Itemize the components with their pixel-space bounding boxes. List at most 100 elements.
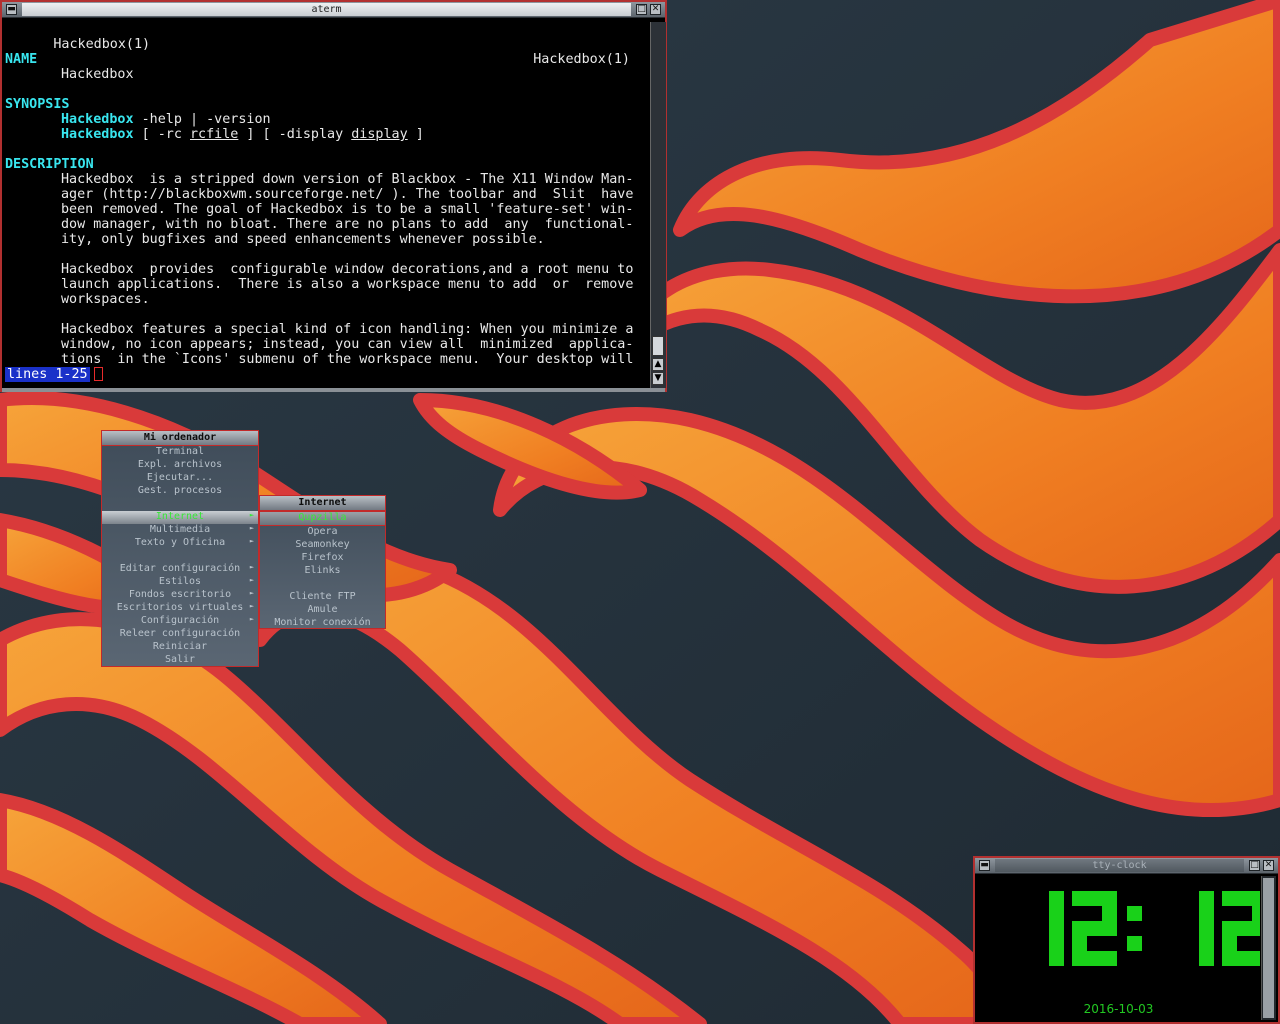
clock-digit-block: [1102, 906, 1117, 921]
menu-item-multimedia[interactable]: Multimedia ►: [102, 524, 258, 537]
description-line: launch applications. There is also a wor…: [61, 277, 634, 292]
menu-item-reload-config[interactable]: Releer configuración: [102, 628, 258, 641]
menu-item-label: Editar configuración: [119, 563, 241, 574]
menu-item-process-manager[interactable]: Gest. procesos: [102, 485, 258, 498]
description-line: ity, only bugfixes and speed enhancement…: [61, 232, 545, 247]
clock-digit-block: [1252, 906, 1267, 921]
clock-digit-block: [1072, 951, 1087, 966]
menu-item-label: Configuración: [140, 615, 220, 626]
man-header-right: Hackedbox(1): [533, 52, 630, 67]
menu-item-amule[interactable]: Amule: [260, 604, 385, 617]
description-line: dow manager, with no bloat. There are no…: [61, 217, 634, 232]
clock-digit-block: [1127, 906, 1142, 921]
aterm-window[interactable]: ▬ aterm □ ✕ Hackedbox(1) Hackedbox(1) NA…: [0, 0, 667, 392]
submenu-arrow-icon: ►: [249, 615, 254, 623]
name-heading: NAME: [5, 52, 38, 67]
clock-digit-block: [1222, 891, 1237, 906]
clock-digit-block: [1237, 951, 1252, 966]
clock-digit-block: [1072, 891, 1087, 906]
clock-digit-block: [1199, 891, 1214, 906]
menu-item-firefox[interactable]: Firefox: [260, 552, 385, 565]
menu-item-edit-config[interactable]: Editar configuración ►: [102, 563, 258, 576]
clock-date: 2016-10-03: [1083, 1002, 1154, 1016]
menu-item-virtual-desktops[interactable]: Escritorios virtuales ►: [102, 602, 258, 615]
menu-item-label: Multimedia: [149, 524, 211, 535]
menu-separator: [102, 498, 258, 511]
submenu-arrow-icon: ►: [249, 589, 254, 597]
clock-digit-block: [1049, 921, 1064, 936]
synopsis-args: -help | -version: [133, 112, 271, 127]
clock-display: 2016-10-03: [977, 876, 1267, 1022]
maximize-icon[interactable]: □: [1249, 860, 1260, 871]
menu-separator: [260, 578, 385, 591]
clock-digit-block: [1102, 921, 1117, 936]
menu-item-opera[interactable]: Opera: [260, 526, 385, 539]
close-icon[interactable]: ✕: [650, 4, 661, 15]
description-heading: DESCRIPTION: [5, 157, 94, 172]
man-header-left: Hackedbox(1): [53, 37, 151, 52]
clock-digit-block: [1199, 936, 1214, 951]
submenu-arrow-icon: ►: [249, 537, 254, 545]
name-text: Hackedbox: [61, 67, 134, 82]
menu-item-wallpapers[interactable]: Fondos escritorio ►: [102, 589, 258, 602]
tty-clock-scrollbar[interactable]: [1261, 876, 1276, 1020]
internet-submenu-title: Internet: [260, 496, 385, 511]
scrollbar-thumb[interactable]: [1263, 878, 1274, 1018]
menu-item-run[interactable]: Ejecutar...: [102, 472, 258, 485]
menu-item-seamonkey[interactable]: Seamonkey: [260, 539, 385, 552]
menu-item-terminal[interactable]: Terminal: [102, 446, 258, 459]
scrollbar-thumb[interactable]: [652, 336, 664, 356]
terminal-output[interactable]: Hackedbox(1) Hackedbox(1) NAME Hackedbox…: [5, 22, 647, 386]
menu-item-text-office[interactable]: Texto y Oficina ►: [102, 537, 258, 550]
menu-item-configuration[interactable]: Configuración ►: [102, 615, 258, 628]
description-line: ager (http://blackboxwm.sourceforge.net/…: [61, 187, 634, 202]
clock-digit-block: [1222, 921, 1237, 936]
menu-item-elinks[interactable]: Elinks: [260, 565, 385, 578]
tty-clock-titlebar[interactable]: ▬ tty-clock □ ✕: [975, 858, 1278, 874]
menu-item-connection-monitor[interactable]: Monitor conexión: [260, 617, 385, 630]
scroll-down-arrow-icon[interactable]: ▼: [652, 372, 664, 385]
clock-digit-block: [1049, 951, 1064, 966]
synopsis-arg-e: ]: [407, 127, 424, 142]
submenu-arrow-icon: ►: [249, 576, 254, 584]
clock-digit-block: [1102, 951, 1117, 966]
aterm-resize-grip[interactable]: [2, 388, 665, 392]
tty-clock-window[interactable]: ▬ tty-clock □ ✕ 2016-10-03: [973, 856, 1280, 1024]
menu-item-internet[interactable]: Internet ►: [102, 511, 258, 524]
clock-digit-block: [1199, 951, 1214, 966]
synopsis-line-2: Hackedbox [ -rc rcfile ] [ -display disp…: [61, 127, 424, 142]
menu-item-styles[interactable]: Estilos ►: [102, 576, 258, 589]
menu-item-file-explorer[interactable]: Expl. archivos: [102, 459, 258, 472]
description-line: Hackedbox provides configurable window d…: [61, 262, 634, 277]
clock-digit-block: [1252, 951, 1267, 966]
menu-item-exit[interactable]: Salir: [102, 654, 258, 667]
scroll-up-arrow-icon[interactable]: ▲: [652, 358, 664, 371]
menu-item-restart[interactable]: Reiniciar: [102, 641, 258, 654]
menu-item-ftp-client[interactable]: Cliente FTP: [260, 591, 385, 604]
menu-item-label: Fondos escritorio: [128, 589, 232, 600]
clock-digit-block: [1049, 936, 1064, 951]
internet-submenu[interactable]: Internet Qupzilla Opera Seamonkey Firefo…: [259, 495, 386, 629]
clock-digit-block: [1087, 891, 1102, 906]
clock-digit-block: [1237, 921, 1252, 936]
window-menu-icon[interactable]: ▬: [6, 4, 17, 15]
man-header: Hackedbox(1) Hackedbox(1): [5, 22, 630, 67]
maximize-icon[interactable]: □: [636, 4, 647, 15]
menu-item-qupzilla[interactable]: Qupzilla: [260, 511, 385, 526]
synopsis-arg-c: ] [ -display: [238, 127, 352, 142]
description-line: window, no icon appears; instead, you ca…: [61, 337, 634, 352]
pager-status-line: lines 1-25: [5, 367, 103, 382]
submenu-arrow-icon: ►: [249, 511, 254, 519]
clock-digit-block: [1199, 921, 1214, 936]
clock-digit-block: [1049, 906, 1064, 921]
synopsis-cmd: Hackedbox: [61, 127, 134, 142]
clock-digit-block: [1222, 936, 1237, 951]
aterm-titlebar[interactable]: ▬ aterm □ ✕: [2, 2, 665, 18]
window-menu-icon[interactable]: ▬: [979, 860, 990, 871]
submenu-arrow-icon: ►: [249, 602, 254, 610]
close-icon[interactable]: ✕: [1263, 860, 1274, 871]
submenu-arrow-icon: ►: [249, 524, 254, 532]
synopsis-heading: SYNOPSIS: [5, 97, 70, 112]
root-menu[interactable]: Mi ordenador Terminal Expl. archivos Eje…: [101, 430, 259, 667]
aterm-scrollbar[interactable]: ▲ ▼: [650, 22, 666, 388]
